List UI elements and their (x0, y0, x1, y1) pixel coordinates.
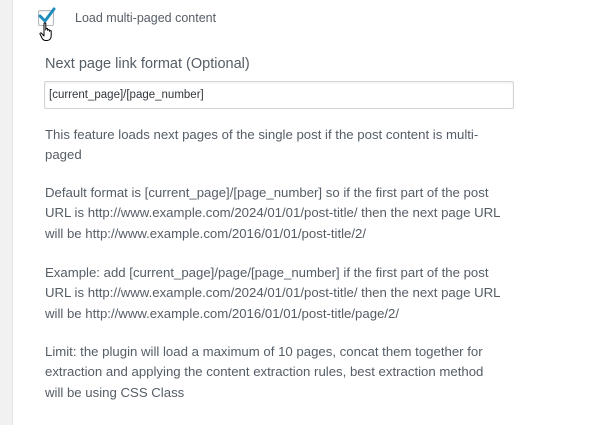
description-limit: Limit: the plugin will load a maximum of… (45, 344, 484, 400)
description-default-format: Default format is [current_page]/[page_n… (45, 185, 500, 241)
description-feature: This feature loads next pages of the sin… (45, 127, 479, 163)
next-page-format-label: Next page link format (Optional) (45, 56, 250, 72)
multipage-checkbox-label: Load multi-paged content (75, 11, 217, 25)
description-example: Example: add [current_page]/page/[page_n… (45, 265, 500, 321)
next-page-format-input[interactable] (44, 81, 514, 109)
settings-panel: Load multi-paged content Next page link … (12, 0, 593, 425)
hand-pointer-icon (39, 22, 55, 47)
